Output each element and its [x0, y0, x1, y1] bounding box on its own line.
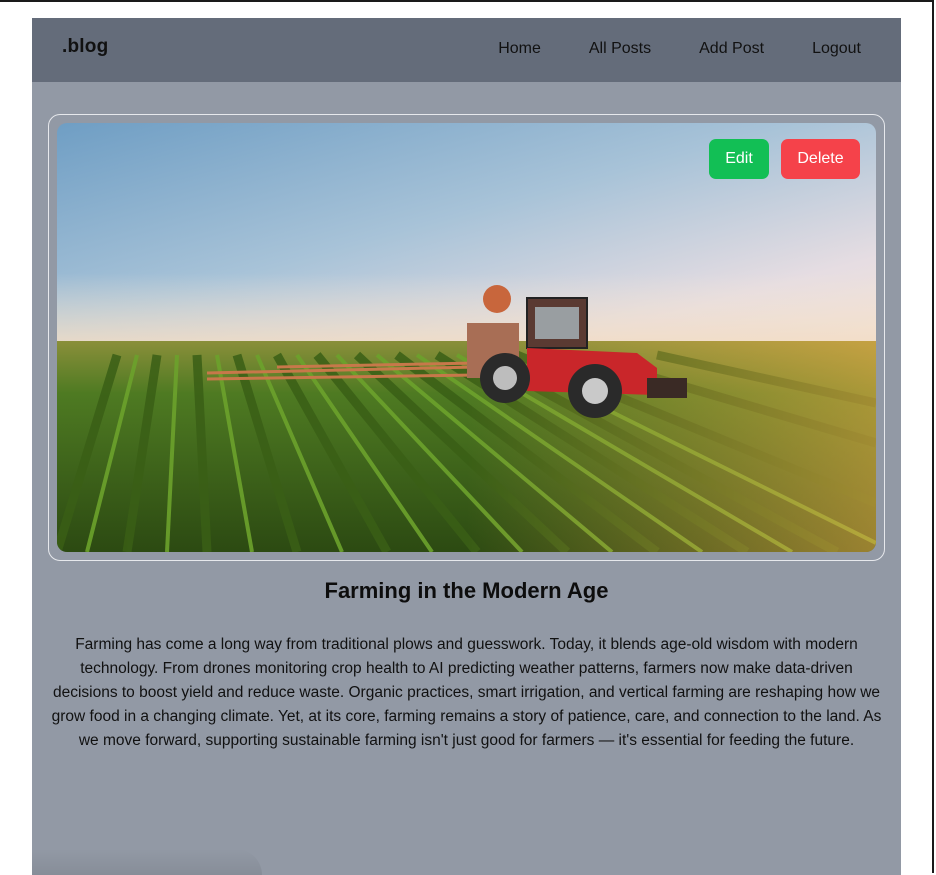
post-body: Farming has come a long way from traditi… — [51, 636, 882, 749]
nav-all-posts-link[interactable]: All Posts — [589, 40, 651, 58]
navbar: .blog Home All Posts Add Post Logout — [32, 18, 901, 82]
tractor-field-photo — [57, 123, 876, 552]
nav-logout-link[interactable]: Logout — [812, 40, 861, 58]
post-title: Farming in the Modern Age — [324, 578, 609, 603]
nav-add-post-link[interactable]: Add Post — [699, 40, 764, 58]
nav-links: Home All Posts Add Post Logout — [498, 40, 861, 58]
edit-post-button[interactable]: Edit — [709, 139, 769, 179]
nav-home-link[interactable]: Home — [498, 40, 541, 58]
scroll-shadow — [32, 849, 262, 875]
delete-post-button[interactable]: Delete — [781, 139, 860, 179]
brand-logo[interactable]: .blog — [62, 36, 108, 58]
post-hero-image — [57, 123, 876, 552]
blog-app: .blog Home All Posts Add Post Logout Edi… — [32, 18, 901, 875]
